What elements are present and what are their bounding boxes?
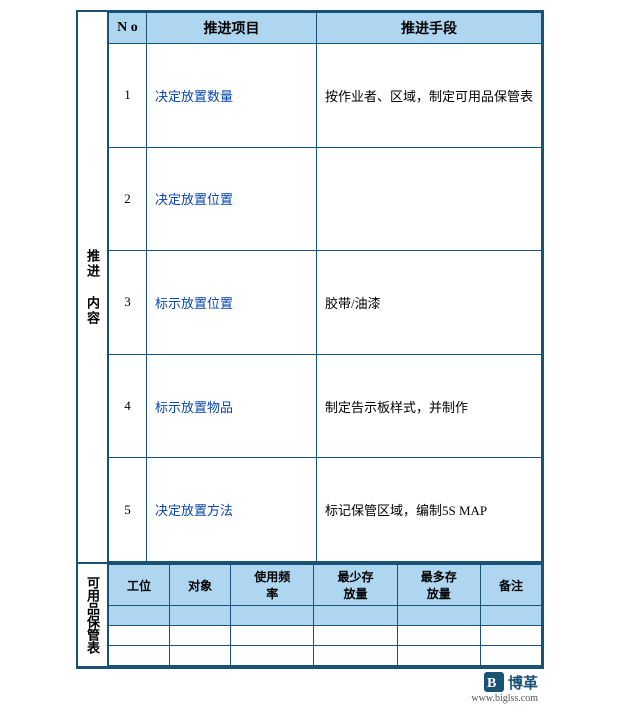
top-section: 推进 内容 N o 推进项目 推进手段 1 决定放置数量 按作业者、区域，制定可… (76, 10, 544, 564)
bottom-table: 工位 对象 使用频率 最少存放量 最多存放量 备注 (108, 564, 542, 666)
logo-area: B 博革 www.biglss.com (471, 671, 538, 704)
bottom-data-row (108, 606, 541, 626)
top-section-label: 推进 内容 (78, 12, 108, 562)
bottom-col-beizhu: 备注 (480, 565, 541, 606)
bottom-cell (314, 626, 397, 646)
row-item: 决定放置方法 (146, 458, 316, 562)
bottom-cell (314, 646, 397, 666)
row-means: 按作业者、区域，制定可用品保管表 (316, 44, 541, 148)
bottom-header-row: 工位 对象 使用频率 最少存放量 最多存放量 备注 (108, 565, 541, 606)
table-row: 5 决定放置方法 标记保管区域，编制5S MAP (108, 458, 541, 562)
bottom-data-row (108, 646, 541, 666)
bottom-col-max: 最多存放量 (397, 565, 480, 606)
col-header-means: 推进手段 (316, 13, 541, 44)
bottom-col-duixiang: 对象 (170, 565, 231, 606)
bottom-col-gongwei: 工位 (108, 565, 169, 606)
row-no: 1 (108, 44, 146, 148)
bottom-col-pinlv: 使用频率 (231, 565, 314, 606)
table-row: 3 标示放置位置 胶带/油漆 (108, 251, 541, 355)
bottom-cell (170, 606, 231, 626)
bottom-section: 可用品保管表 工位 对象 使用频率 最少存放量 最多存放量 备注 (76, 564, 544, 668)
col-header-item: 推进项目 (146, 13, 316, 44)
row-no: 4 (108, 354, 146, 458)
bottom-col-min: 最少存放量 (314, 565, 397, 606)
bottom-cell (231, 626, 314, 646)
row-means: 胶带/油漆 (316, 251, 541, 355)
bottom-cell (231, 646, 314, 666)
bottom-cell (480, 606, 541, 626)
bottom-cell (397, 626, 480, 646)
row-item: 标示放置位置 (146, 251, 316, 355)
bottom-data-row (108, 626, 541, 646)
table-row: 1 决定放置数量 按作业者、区域，制定可用品保管表 (108, 44, 541, 148)
svg-text:B: B (487, 676, 496, 691)
row-means: 制定告示板样式，并制作 (316, 354, 541, 458)
bottom-cell (480, 646, 541, 666)
row-no: 3 (108, 251, 146, 355)
logo-top: B 博革 (483, 671, 538, 693)
logo-icon: B (483, 671, 505, 693)
bottom-section-label: 可用品保管表 (78, 564, 108, 666)
bottom-cell (108, 646, 169, 666)
row-means (316, 147, 541, 251)
row-no: 2 (108, 147, 146, 251)
row-no: 5 (108, 458, 146, 562)
bottom-cell (397, 646, 480, 666)
bottom-cell (108, 606, 169, 626)
bottom-cell (108, 626, 169, 646)
top-table: N o 推进项目 推进手段 1 决定放置数量 按作业者、区域，制定可用品保管表 … (108, 12, 542, 562)
bottom-cell (231, 606, 314, 626)
bottom-cell (314, 606, 397, 626)
bottom-cell (170, 646, 231, 666)
page-wrapper: 推进 内容 N o 推进项目 推进手段 1 决定放置数量 按作业者、区域，制定可… (76, 10, 544, 706)
row-item: 决定放置数量 (146, 44, 316, 148)
table-row: 2 决定放置位置 (108, 147, 541, 251)
table-row: 4 标示放置物品 制定告示板样式，并制作 (108, 354, 541, 458)
row-item: 决定放置位置 (146, 147, 316, 251)
bottom-cell (397, 606, 480, 626)
bottom-cell (170, 626, 231, 646)
col-header-no: N o (108, 13, 146, 44)
logo-url: www.biglss.com (471, 693, 538, 704)
top-header-row: N o 推进项目 推进手段 (108, 13, 541, 44)
logo-text: 博革 (508, 672, 538, 693)
footer: B 博革 www.biglss.com (76, 668, 544, 706)
row-item: 标示放置物品 (146, 354, 316, 458)
row-means: 标记保管区域，编制5S MAP (316, 458, 541, 562)
bottom-cell (480, 626, 541, 646)
